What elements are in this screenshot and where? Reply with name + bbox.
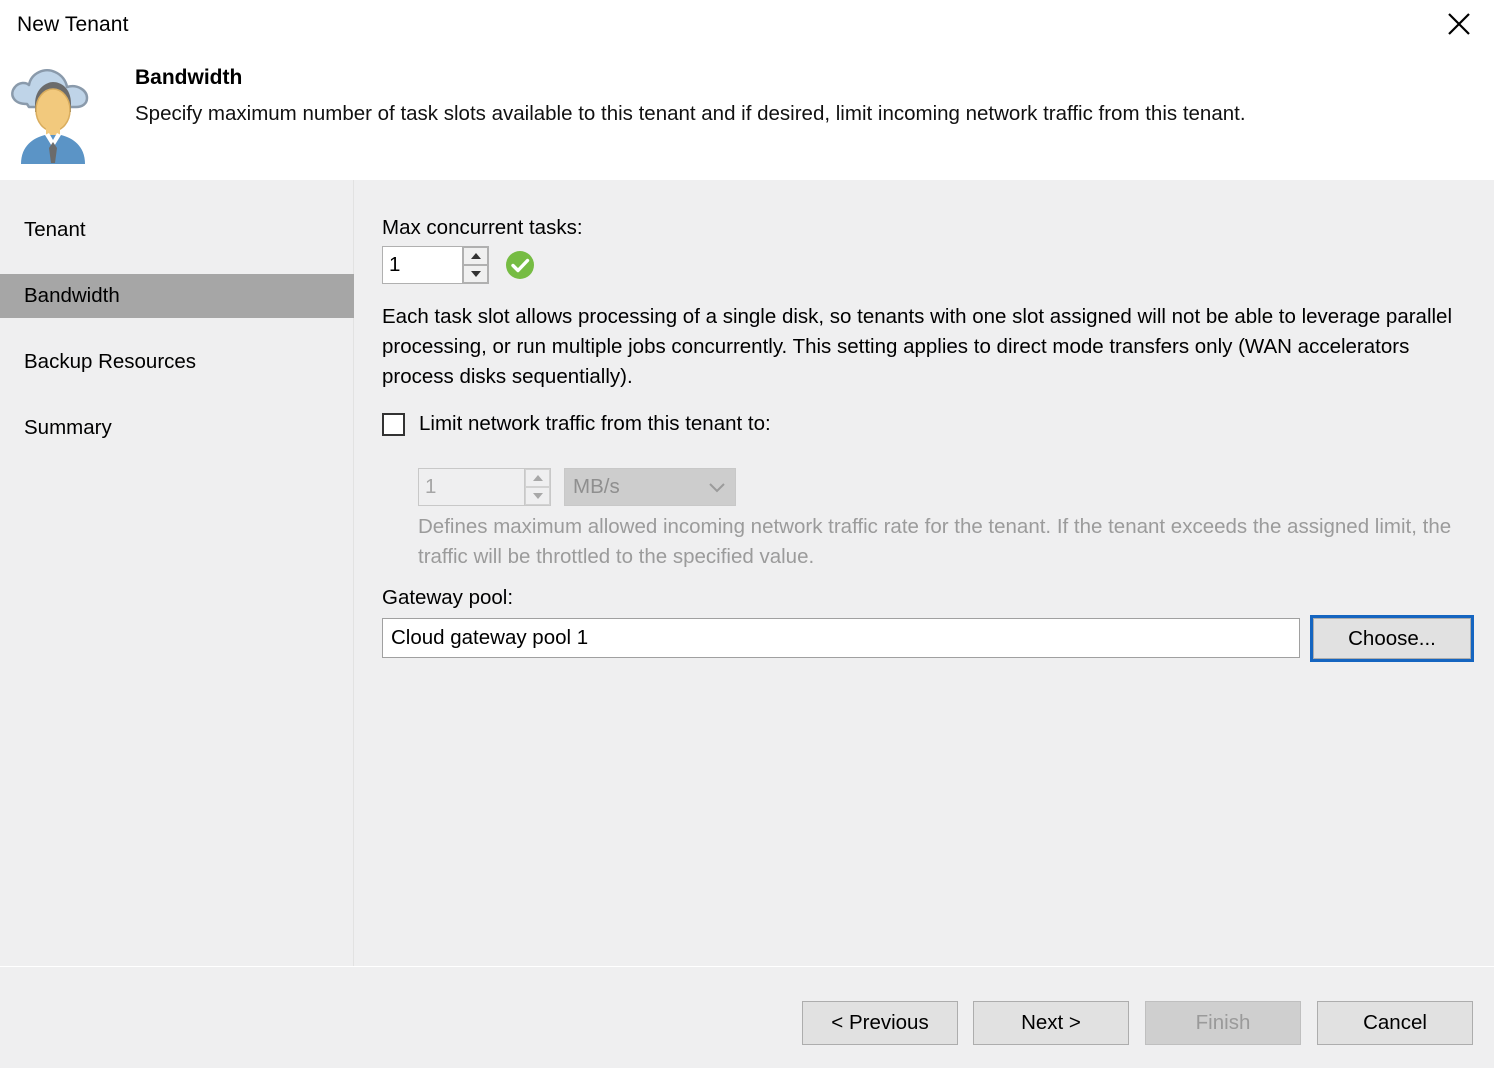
stepper-decrement-button[interactable] [525,487,550,505]
wizard-footer: < Previous Next > Finish Cancel [0,966,1494,1068]
chevron-up-icon [470,253,481,259]
wizard-content-panel: Max concurrent tasks: Each task slot all… [355,180,1494,966]
max-concurrent-tasks-stepper[interactable] [382,246,489,284]
stepper-buttons [524,469,550,505]
sidebar-item-label: Tenant [24,218,86,241]
close-button[interactable] [1424,0,1494,48]
gateway-pool-input[interactable] [383,626,1299,650]
limit-network-traffic-label: Limit network traffic from this tenant t… [419,412,771,435]
chevron-up-icon [532,475,543,481]
gateway-pool-label: Gateway pool: [382,586,514,609]
sidebar-item-summary[interactable]: Summary [0,406,354,450]
page-title: Bandwidth [135,66,243,89]
sidebar-item-label: Summary [24,416,112,439]
next-button[interactable]: Next > [973,1001,1129,1045]
sidebar-item-tenant[interactable]: Tenant [0,208,354,252]
gateway-pool-field[interactable] [382,618,1300,658]
stepper-decrement-button[interactable] [463,265,488,283]
sidebar-item-bandwidth[interactable]: Bandwidth [0,274,354,318]
max-concurrent-tasks-label: Max concurrent tasks: [382,216,583,239]
chevron-down-icon [470,271,481,277]
sidebar-item-label: Backup Resources [24,350,197,373]
traffic-limit-description: Defines maximum allowed incoming network… [418,515,1452,568]
chevron-down-icon [707,480,727,494]
sidebar-item-label: Bandwidth [24,284,120,307]
choose-gateway-pool-button[interactable]: Choose... [1310,615,1474,662]
stepper-increment-button[interactable] [525,469,550,487]
sidebar-item-backup-resources[interactable]: Backup Resources [0,340,354,384]
page-subtitle: Specify maximum number of task slots ava… [135,102,1246,125]
window-title: New Tenant [17,13,129,36]
wizard-header: Bandwidth Specify maximum number of task… [0,52,1494,180]
wizard-steps-sidebar: Tenant Bandwidth Backup Resources Summar… [0,180,354,966]
close-icon [1446,11,1472,37]
finish-button: Finish [1145,1001,1301,1045]
limit-network-traffic-checkbox[interactable]: Limit network traffic from this tenant t… [382,412,771,436]
stepper-buttons [462,247,488,283]
wizard-body: Tenant Bandwidth Backup Resources Summar… [0,180,1494,966]
traffic-limit-unit-select[interactable]: MB/s [564,468,736,506]
chevron-down-icon [532,493,543,499]
traffic-limit-unit-value: MB/s [573,475,620,498]
max-concurrent-tasks-input[interactable] [383,247,462,283]
window-title-bar: New Tenant [0,0,1494,52]
traffic-limit-stepper[interactable] [418,468,551,506]
traffic-limit-input[interactable] [419,469,524,505]
green-check-icon [505,250,535,280]
previous-button[interactable]: < Previous [802,1001,958,1045]
cloud-tenant-user-icon [5,60,101,164]
max-concurrent-tasks-description: Each task slot allows processing of a si… [382,305,1453,388]
stepper-increment-button[interactable] [463,247,488,265]
cancel-button[interactable]: Cancel [1317,1001,1473,1045]
checkbox-box-icon [382,412,405,436]
